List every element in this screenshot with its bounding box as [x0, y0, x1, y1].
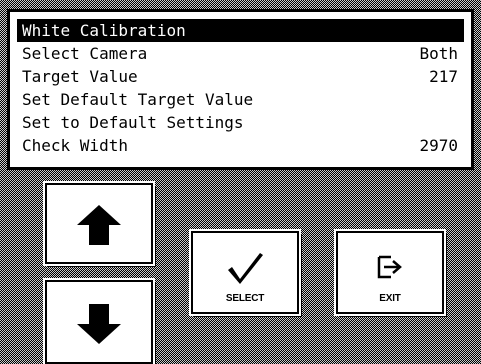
select-button[interactable]: SELECT — [189, 229, 301, 316]
menu-item-label: Check Width — [22, 136, 128, 155]
menu-item-label: Select Camera — [22, 44, 148, 63]
menu-item-value: 217 — [429, 67, 458, 86]
menu-item-target-value[interactable]: Target Value 217 — [17, 65, 464, 88]
menu-item-set-default-target-value[interactable]: Set Default Target Value — [17, 88, 464, 111]
menu-item-set-to-default-settings[interactable]: Set to Default Settings — [17, 111, 464, 134]
scroll-down-button[interactable] — [43, 278, 155, 364]
arrow-down-icon — [47, 304, 151, 344]
menu-item-select-camera[interactable]: Select Camera Both — [17, 42, 464, 65]
menu-item-value: 2970 — [419, 136, 458, 155]
menu-item-label: Target Value — [22, 67, 138, 86]
exit-button[interactable]: EXIT — [334, 229, 446, 316]
select-button-label: SELECT — [225, 293, 265, 304]
arrow-up-icon — [47, 205, 151, 245]
touch-panel-screen: White Calibration Select Camera Both Tar… — [0, 0, 481, 364]
menu-item-label: White Calibration — [22, 21, 186, 40]
scroll-up-button[interactable] — [43, 181, 155, 266]
menu-item-label: Set Default Target Value — [22, 90, 254, 109]
checkmark-icon — [193, 251, 297, 285]
exit-button-label: EXIT — [379, 293, 401, 304]
menu-item-label: Set to Default Settings — [22, 113, 244, 132]
menu-item-value: Both — [419, 44, 458, 63]
menu-item-white-calibration[interactable]: White Calibration — [17, 19, 464, 42]
calibration-menu: White Calibration Select Camera Both Tar… — [7, 9, 474, 170]
menu-item-check-width[interactable]: Check Width 2970 — [17, 134, 464, 157]
exit-icon — [338, 255, 442, 279]
